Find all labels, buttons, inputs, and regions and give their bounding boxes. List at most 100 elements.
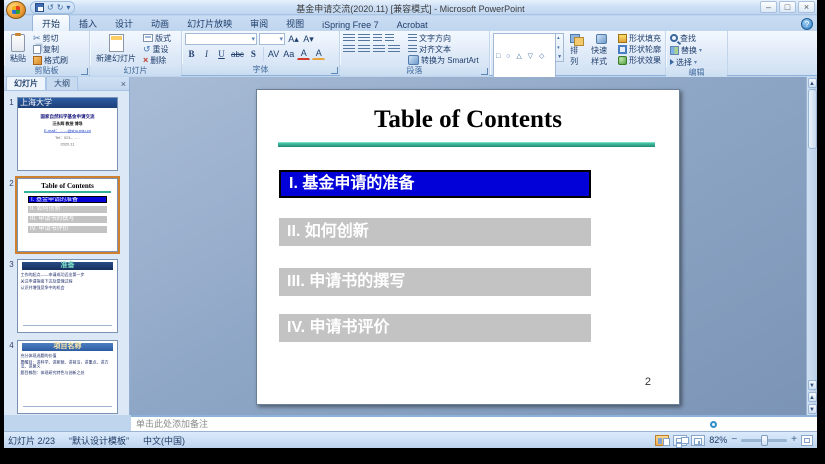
scroll-down-icon[interactable]: ▼ (808, 380, 817, 390)
increase-indent-icon[interactable] (385, 34, 394, 43)
find-button[interactable]: 查找 (669, 33, 697, 43)
close-panel-icon[interactable]: × (121, 79, 126, 89)
scrollbar-thumb[interactable] (808, 89, 817, 149)
dialog-launcher-icon[interactable] (331, 67, 338, 74)
delete-button[interactable]: ×删除 (142, 55, 172, 65)
tab-acrobat[interactable]: Acrobat (388, 18, 437, 31)
toc-item-3[interactable]: III. 申请书的撰写 (279, 268, 591, 296)
thumbnail-list: 1 上海大学 国家自然科学基金申请交流 汪永辉 教授 博导 E-mail：……@… (4, 93, 129, 415)
slide-title[interactable]: Table of Contents (257, 106, 679, 134)
notes-pane[interactable]: 单击此处添加备注 (131, 415, 817, 431)
grow-font-button[interactable]: A▴ (287, 33, 300, 45)
change-case-button[interactable]: Aa (282, 48, 295, 60)
text-direction-button[interactable]: 文字方向 (407, 33, 480, 43)
fit-to-window-icon[interactable] (801, 435, 813, 446)
close-button[interactable]: × (798, 1, 815, 13)
slide-thumbnail-4[interactable]: 4 项目名称 充分体现选题的价值 要醒目：讲科学、讲新颖、讲前沿，讲重点、讲方法… (6, 340, 125, 414)
align-left-icon[interactable] (343, 45, 355, 54)
tab-insert[interactable]: 插入 (70, 15, 106, 31)
maximize-button[interactable]: □ (779, 1, 796, 13)
toc-item-1[interactable]: I. 基金申请的准备 (279, 170, 591, 198)
effects-icon (618, 56, 627, 65)
minimize-button[interactable]: – (760, 1, 777, 13)
scroll-up-icon[interactable]: ▲ (808, 78, 817, 88)
shapes-more-icon[interactable]: ▼ (557, 54, 562, 60)
align-right-icon[interactable] (373, 45, 385, 54)
format-painter-button[interactable]: 格式刷 (32, 55, 69, 65)
next-slide-icon[interactable]: ▼ (808, 404, 817, 414)
thumb1-date: 2020.11 (18, 142, 117, 147)
toc-item-2[interactable]: II. 如何创新 (279, 218, 591, 246)
strikethrough-button[interactable]: abc (230, 48, 245, 60)
slide-thumbnail-1[interactable]: 1 上海大学 国家自然科学基金申请交流 汪永辉 教授 博导 E-mail：……@… (6, 97, 125, 171)
tab-home[interactable]: 开始 (32, 14, 70, 31)
slide-editing-area[interactable]: Table of Contents I. 基金申请的准备 II. 如何创新 II… (130, 77, 817, 415)
shape-fill-button[interactable]: 形状填充 (617, 33, 662, 43)
vertical-scrollbar[interactable]: ▲ ▼ ▲ ▼ (806, 77, 817, 415)
language-indicator[interactable]: 中文(中国) (143, 434, 185, 447)
layout-button[interactable]: 版式 (142, 33, 172, 43)
align-text-button[interactable]: 对齐文本 (407, 44, 480, 54)
italic-button[interactable]: I (200, 48, 213, 60)
tab-animations[interactable]: 动画 (142, 15, 178, 31)
copy-button[interactable]: 复制 (32, 44, 69, 54)
select-button[interactable]: 选择▾ (669, 57, 698, 67)
toc-item-4[interactable]: IV. 申请书评价 (279, 314, 591, 342)
thumb4-bullet: 题目斟酌：体现研究特色与创新之处 (21, 371, 116, 375)
quick-styles-button[interactable]: 快速样式 (588, 33, 614, 68)
convert-smartart-button[interactable]: 转换为 SmartArt (407, 55, 480, 65)
office-button-icon[interactable] (6, 1, 26, 19)
tab-view[interactable]: 视图 (277, 15, 313, 31)
shrink-font-button[interactable]: A▾ (302, 33, 315, 45)
normal-view-icon[interactable] (655, 435, 669, 446)
shape-effects-button[interactable]: 形状效果 (617, 55, 662, 65)
shapes-scroll-up-icon[interactable]: ▴ (557, 35, 562, 41)
dialog-launcher-icon[interactable] (81, 68, 88, 75)
help-icon[interactable]: ? (801, 18, 813, 30)
copy-icon (33, 45, 41, 54)
justify-icon[interactable] (388, 45, 400, 54)
thumb3-title: 准备 (22, 262, 113, 270)
current-slide[interactable]: Table of Contents I. 基金申请的准备 II. 如何创新 II… (256, 89, 680, 405)
previous-slide-icon[interactable]: ▲ (808, 392, 817, 402)
font-color-button[interactable]: A (312, 48, 325, 60)
font-name-combo[interactable]: ▾ (185, 33, 257, 45)
bullets-icon[interactable] (343, 34, 355, 43)
zoom-in-icon[interactable]: + (791, 435, 797, 445)
shapes-scroll-down-icon[interactable]: ▾ (557, 45, 562, 51)
zoom-slider-thumb[interactable] (761, 435, 768, 446)
divider (23, 406, 112, 407)
tab-ispring[interactable]: iSpring Free 7 (313, 18, 388, 31)
slide-thumbnail-2[interactable]: 2 Table of Contents I. 基金申请的准备 II. 如何创新 … (6, 178, 125, 252)
shape-outline-button[interactable]: 形状轮廓 (617, 44, 662, 54)
align-center-icon[interactable] (358, 45, 370, 54)
thumb4-bullet: 充分体现选题的价值 (21, 354, 116, 358)
new-slide-button[interactable]: 新建幻灯片 (93, 33, 139, 65)
slide-thumbnail-3[interactable]: 3 准备 工作的起点——申请成功迈出第一步 关注申请指南下达及受理过程 认识并增… (6, 259, 125, 333)
replace-button[interactable]: 替换▾ (669, 45, 703, 55)
arrange-button[interactable]: 排列 (567, 33, 585, 68)
university-logo: 上海大学 (18, 98, 117, 108)
cut-button[interactable]: ✂剪切 (32, 33, 69, 43)
numbering-icon[interactable] (358, 34, 370, 43)
underline-button[interactable]: U (215, 48, 228, 60)
slide-sorter-view-icon[interactable] (673, 435, 687, 446)
font-size-combo[interactable]: ▾ (259, 33, 285, 45)
tab-design[interactable]: 设计 (106, 15, 142, 31)
tab-review[interactable]: 审阅 (241, 15, 277, 31)
bold-button[interactable]: B (185, 48, 198, 60)
text-shadow-button[interactable]: S (247, 48, 260, 60)
tab-slides-thumbnails[interactable]: 幻灯片 (6, 76, 46, 90)
shapes-row[interactable]: □ ○ △ ▽ ◇ (496, 52, 553, 61)
slideshow-view-icon[interactable] (691, 435, 705, 446)
dialog-launcher-icon[interactable] (481, 68, 488, 75)
highlight-color-button[interactable]: A (297, 48, 310, 60)
decrease-indent-icon[interactable] (373, 34, 382, 43)
character-spacing-button[interactable]: AV (267, 48, 280, 60)
zoom-out-icon[interactable]: − (731, 435, 737, 445)
paste-button[interactable]: 粘贴 (7, 33, 29, 65)
zoom-slider[interactable] (741, 439, 787, 442)
reset-button[interactable]: ↺重设 (142, 44, 172, 54)
tab-slideshow[interactable]: 幻灯片放映 (178, 15, 241, 31)
tab-outline[interactable]: 大纲 (46, 76, 78, 90)
